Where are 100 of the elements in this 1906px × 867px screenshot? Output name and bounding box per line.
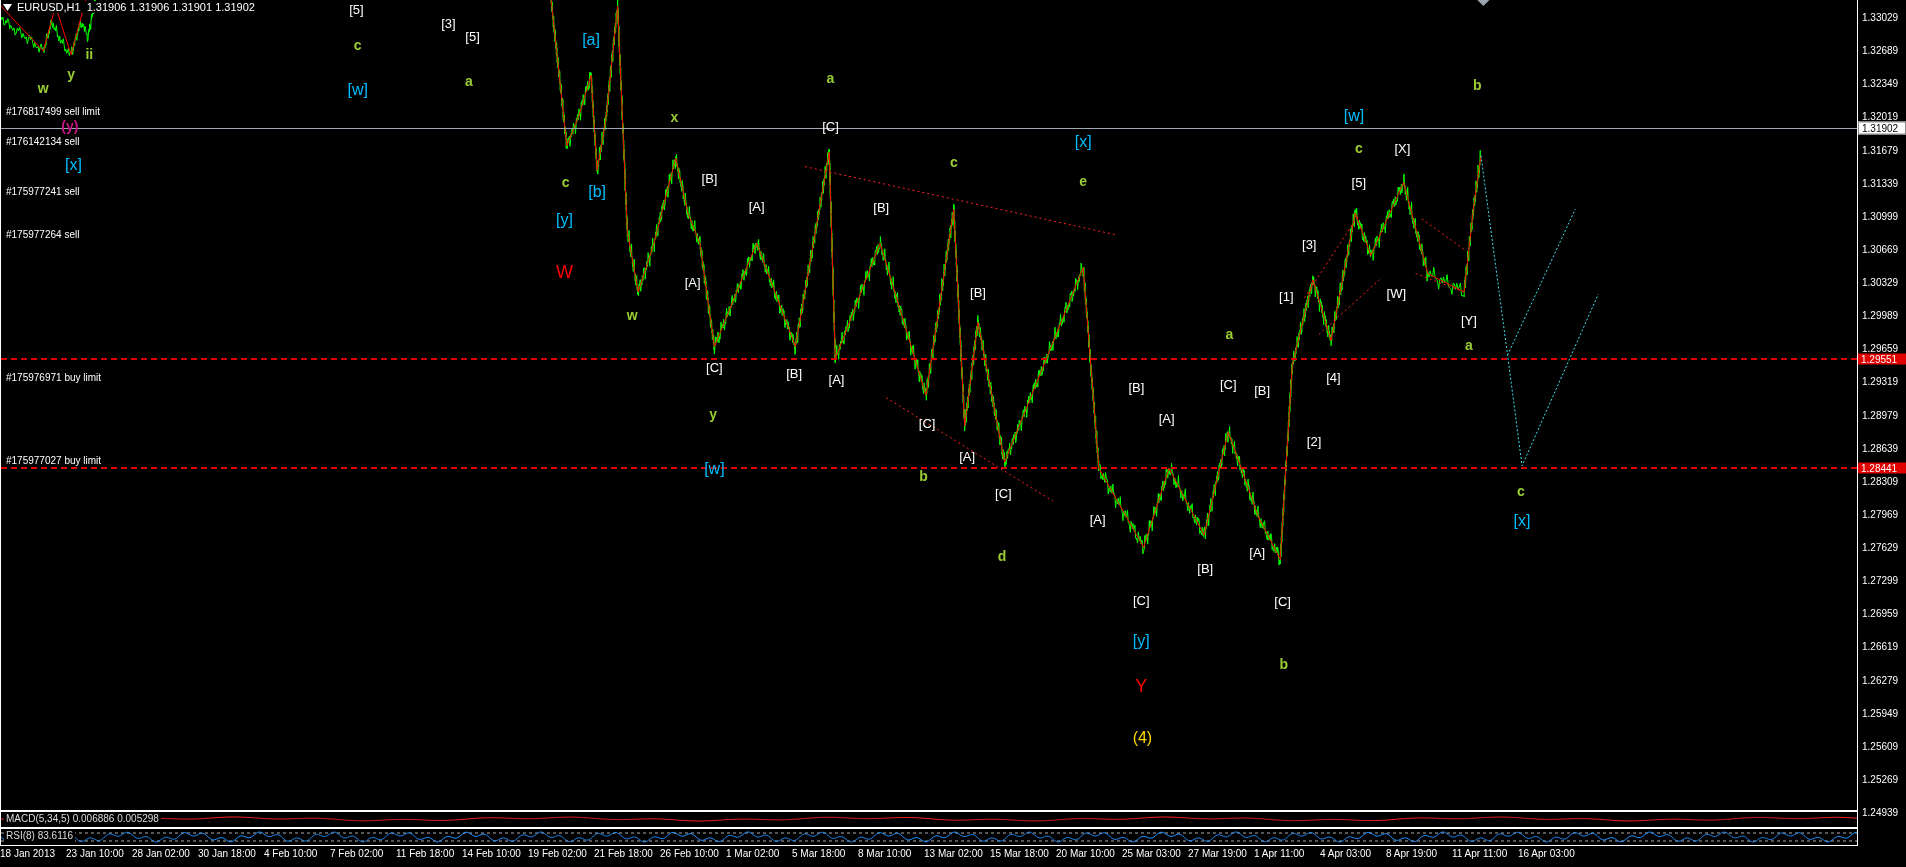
wave-label: c [353,38,362,52]
order-label: #175977027 buy limit [6,454,102,466]
wave-label: w [626,308,638,322]
wave-label: [X] [1394,141,1411,155]
price-axis-label: 1.31679 [1862,144,1899,155]
wave-label: b [1473,78,1482,93]
price-axis-label: 1.32689 [1862,44,1899,56]
price-axis-label: 1.30329 [1862,276,1899,288]
wave-label: c [1516,484,1525,499]
price-axis-label: 1.32349 [1862,77,1899,89]
price-tag: 1.29551 [1858,353,1906,365]
order-label: #175976971 buy limit [6,371,102,383]
time-axis-label: 5 Mar 18:00 [792,848,847,861]
time-axis-label: 23 Jan 10:00 [66,848,125,861]
wave-label: c [561,175,570,190]
wave-label: [C] [706,360,723,374]
wave-label: e [1079,174,1088,189]
wave-label: [C] [1219,377,1237,391]
wave-label: [5] [349,2,364,15]
wave-label: [A] [1089,512,1106,526]
price-axis-label: 1.26279 [1862,674,1899,685]
price-axis-label: 1.33029 [1862,11,1899,23]
wave-label: (4) [1132,730,1153,747]
time-axis-label: 7 Feb 02:00 [330,848,385,861]
wave-label: b [919,468,928,483]
price-axis-label: 1.31339 [1862,177,1899,189]
order-label: #175977264 sell [6,228,80,239]
indicator-label: RSI(8) 83.6116 [4,830,76,842]
time-axis-label: 19 Feb 02:00 [528,848,588,861]
wave-label: b [1279,657,1289,672]
time-axis-label: 16 Apr 03:00 [1518,848,1576,861]
wave-label: [w] [704,461,725,478]
price-axis-label: 1.29989 [1862,309,1899,321]
wave-label: [y] [556,212,573,229]
dropdown-triangle-icon[interactable] [3,3,12,11]
wave-label: [B] [873,200,890,214]
wave-label: [Y] [1460,313,1477,327]
wave-label: [3] [1302,237,1317,251]
time-axis-label: 4 Feb 10:00 [264,848,319,861]
price-tag: 1.31902 [1858,121,1906,135]
price-axis-label: 1.27299 [1862,574,1899,586]
wave-label: a [826,70,835,85]
wave-label: ii [85,46,94,61]
time-axis-label: 15 Mar 18:00 [990,848,1050,861]
wave-label: [B] [970,285,986,299]
wave-label: [A] [748,199,765,213]
price-axis-label: 1.30999 [1862,210,1899,222]
wave-label: [3] [441,16,456,30]
marker-triangle-icon [1477,0,1490,7]
wave-label: [A] [1158,411,1175,425]
wave-label: [4] [1326,370,1341,384]
price-axis-label: 1.30669 [1862,243,1899,255]
wave-label: [B] [1254,383,1271,397]
time-axis-label: 1 Mar 02:00 [726,848,781,861]
price-axis-label: 1.28309 [1862,475,1899,487]
wave-label: c [949,154,958,169]
price-axis-label: 1.25949 [1862,707,1899,719]
order-label: #176817499 sell limit [6,105,100,117]
wave-label: [b] [588,184,606,201]
price-tag: 1.28441 [1858,462,1906,474]
wave-label: [W] [1386,286,1407,300]
time-axis-label: 28 Jan 02:00 [132,848,191,861]
price-axis-label: 1.28979 [1862,409,1899,420]
time-axis-label: 21 Feb 18:00 [594,848,654,861]
order-label: #176142134 sell [6,135,80,147]
time-axis-label: 18 Jan 2013 [0,848,57,861]
wave-label: Y [1135,676,1148,695]
price-axis-label: 1.26619 [1862,640,1899,652]
time-axis-label: 25 Mar 03:00 [1122,848,1182,861]
wave-label: [C] [918,416,936,430]
wave-label: [A] [828,372,845,386]
wave-label: [B] [701,171,718,185]
price-axis-label: 1.25609 [1862,740,1899,752]
wave-label: d [997,548,1007,563]
wave-label: [B] [1128,380,1145,394]
time-axis-label: 20 Mar 10:00 [1056,848,1116,861]
wave-label: [A] [684,275,701,289]
time-axis-label: 4 Apr 03:00 [1320,848,1373,861]
wave-label: [2] [1306,435,1322,448]
time-axis-label: 27 Mar 19:00 [1188,848,1248,861]
wave-label: W [555,263,573,282]
wave-label: [a] [582,32,600,49]
wave-label: [C] [1274,594,1291,608]
wave-label: y [67,67,75,82]
price-axis-label: 1.27969 [1862,508,1899,520]
wave-label: [x] [1513,512,1531,529]
price-axis-label: 1.26959 [1862,607,1899,619]
wave-label: [C] [1132,593,1150,607]
wave-label: x [670,109,679,124]
wave-label: y [709,406,718,421]
wave-label: a [1225,327,1234,342]
price-axis-label: 1.29319 [1862,375,1899,387]
wave-label: a [1464,338,1473,353]
wave-label: [C] [995,486,1012,500]
wave-label: [w] [347,82,368,98]
wave-label: [B] [1197,561,1214,575]
symbol-header: EURUSD,H1 1.31906 1.31906 1.31901 1.31902 [15,1,257,13]
indicator-label: MACD(5,34,5) 0.006886 0.005298 [4,813,161,825]
order-label: #175977241 sell [6,185,80,197]
price-axis-label: 1.29659 [1862,342,1899,354]
